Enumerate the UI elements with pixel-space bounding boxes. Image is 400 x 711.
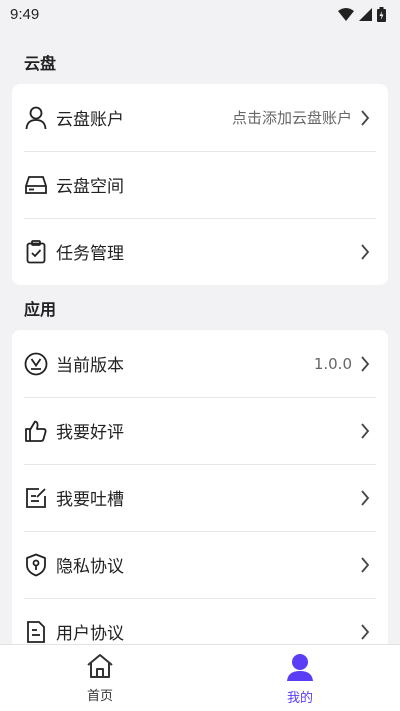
chevron-right-icon bbox=[358, 422, 372, 440]
cloud-account-row[interactable]: 云盘账户 点击添加云盘账户 bbox=[12, 84, 388, 151]
nav-home-label: 首页 bbox=[86, 689, 113, 704]
chevron-right-icon bbox=[358, 355, 372, 373]
version-row[interactable]: 当前版本 1.0.0 bbox=[12, 330, 388, 397]
bottom-nav: 首页 我的 bbox=[0, 644, 400, 711]
section-title-cloud: 云盘 bbox=[24, 54, 57, 73]
version-icon bbox=[24, 352, 48, 376]
signal-icon bbox=[359, 7, 372, 21]
battery-icon bbox=[377, 6, 386, 22]
user-avatar-icon bbox=[286, 653, 314, 685]
nav-mine-label: 我的 bbox=[286, 691, 313, 706]
user-agreement-row[interactable]: 用户协议 bbox=[12, 598, 388, 644]
document-icon bbox=[24, 620, 48, 644]
feedback-icon bbox=[24, 486, 48, 510]
clipboard-check-icon bbox=[24, 239, 48, 264]
cloud-space-row[interactable]: 云盘空间 bbox=[12, 151, 388, 218]
user-icon bbox=[24, 106, 48, 130]
nav-home[interactable]: 首页 bbox=[0, 645, 200, 711]
section-title-app: 应用 bbox=[24, 300, 57, 319]
feedback-row[interactable]: 我要吐槽 bbox=[12, 464, 388, 531]
user-agreement-label: 用户协议 bbox=[56, 624, 124, 644]
chevron-right-icon bbox=[358, 109, 372, 127]
chevron-right-icon bbox=[358, 556, 372, 574]
cloud-account-label: 云盘账户 bbox=[56, 110, 124, 130]
rate-app-row[interactable]: 我要好评 bbox=[12, 397, 388, 464]
nav-mine[interactable]: 我的 bbox=[200, 645, 400, 711]
settings-content[interactable]: 云盘 云盘账户 点击添加云盘账户 云盘空间 任务管理 应用 当前版本 1.0.0… bbox=[0, 28, 400, 644]
status-icons bbox=[338, 6, 386, 22]
chevron-right-icon bbox=[358, 623, 372, 641]
home-icon bbox=[86, 653, 114, 683]
version-value: 1.0.0 bbox=[313, 354, 352, 373]
shield-lock-icon bbox=[24, 553, 48, 577]
privacy-policy-row[interactable]: 隐私协议 bbox=[12, 531, 388, 598]
chevron-right-icon bbox=[358, 243, 372, 261]
cloud-account-value: 点击添加云盘账户 bbox=[231, 109, 352, 127]
privacy-policy-label: 隐私协议 bbox=[56, 557, 124, 577]
drive-icon bbox=[24, 173, 48, 197]
task-management-row[interactable]: 任务管理 bbox=[12, 218, 388, 285]
rate-app-label: 我要好评 bbox=[56, 423, 124, 443]
version-label: 当前版本 bbox=[56, 356, 124, 376]
status-time: 9:49 bbox=[10, 5, 40, 23]
app-card: 当前版本 1.0.0 我要好评 我要吐槽 隐私协议 用户协议 bbox=[12, 330, 388, 644]
feedback-label: 我要吐槽 bbox=[56, 490, 124, 510]
thumbs-up-icon bbox=[24, 419, 48, 443]
task-management-label: 任务管理 bbox=[56, 244, 124, 264]
cloud-space-label: 云盘空间 bbox=[56, 177, 124, 197]
status-bar: 9:49 bbox=[0, 0, 400, 28]
wifi-icon bbox=[338, 7, 354, 21]
cloud-card: 云盘账户 点击添加云盘账户 云盘空间 任务管理 bbox=[12, 84, 388, 285]
chevron-right-icon bbox=[358, 489, 372, 507]
